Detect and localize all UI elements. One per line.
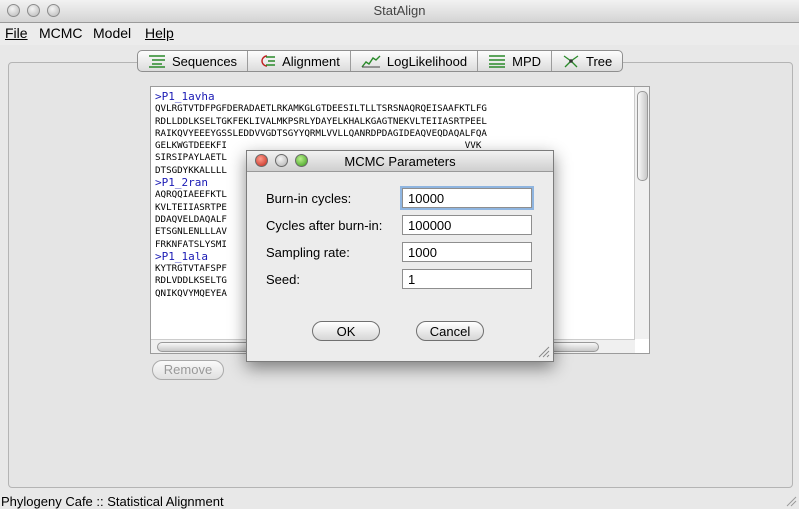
sequences-icon [149, 55, 165, 68]
alignment-icon [261, 55, 276, 67]
sampling-rate-input[interactable]: 1000 [402, 242, 532, 262]
tab-tree[interactable]: Tree [552, 51, 622, 71]
window-titlebar: StatAlign [0, 0, 799, 23]
remove-button[interactable]: Remove [152, 360, 224, 380]
menu-model[interactable]: Model [93, 25, 131, 41]
vertical-scrollbar[interactable] [634, 87, 649, 339]
loglikelihood-chart-icon [361, 55, 381, 68]
tab-tree-label: Tree [586, 53, 613, 69]
tab-alignment-label: Alignment [282, 53, 340, 69]
status-bar-text: Phylogeny Cafe :: Statistical Alignment [1, 494, 224, 509]
menu-bar: File MCMC Model Help [0, 23, 799, 45]
window-title: StatAlign [373, 3, 426, 18]
cancel-button[interactable]: Cancel [416, 321, 484, 341]
tab-loglikelihood[interactable]: LogLikelihood [351, 51, 479, 71]
sequence-line: QVLRGTVTDFPGFDERADAETLRKAMKGLGTDEESILTLL… [155, 103, 487, 115]
menu-file[interactable]: File [5, 25, 28, 41]
dialog-title: MCMC Parameters [344, 154, 456, 169]
mcmc-parameters-dialog: MCMC Parameters Burn-in cycles: 10000 Cy… [246, 150, 554, 362]
tab-mpd-label: MPD [512, 53, 541, 69]
view-tab-bar: Sequences Alignment LogLikelihood MPD Tr… [137, 50, 624, 72]
sequence-name: >P1_1avha [155, 91, 215, 103]
menu-mcmc[interactable]: MCMC [39, 25, 83, 41]
tab-alignment[interactable]: Alignment [248, 51, 351, 71]
mpd-icon [489, 55, 506, 68]
resize-grip-icon[interactable] [785, 495, 797, 507]
tab-sequences-label: Sequences [172, 53, 238, 69]
cycles-after-burn-in-input[interactable]: 100000 [402, 215, 532, 235]
ok-button[interactable]: OK [312, 321, 380, 341]
tab-mpd[interactable]: MPD [478, 51, 552, 71]
seed-label: Seed: [266, 272, 300, 287]
tree-icon [563, 55, 579, 68]
burn-in-cycles-input[interactable]: 10000 [402, 188, 532, 208]
sampling-rate-label: Sampling rate: [266, 245, 350, 260]
tab-sequences[interactable]: Sequences [138, 51, 249, 71]
burn-in-cycles-label: Burn-in cycles: [266, 191, 352, 206]
dialog-resize-grip-icon[interactable] [538, 346, 550, 358]
dialog-titlebar: MCMC Parameters [247, 151, 553, 172]
seed-input[interactable]: 1 [402, 269, 532, 289]
cycles-after-burn-in-label: Cycles after burn-in: [266, 218, 383, 233]
vertical-scroll-thumb[interactable] [637, 91, 648, 181]
tab-loglikelihood-label: LogLikelihood [386, 53, 468, 69]
sequence-line: RDLLDDLKSELTGKFEKLIVALMKPSRLYDAYELKHALKG… [155, 115, 487, 127]
menu-help[interactable]: Help [145, 25, 174, 41]
sequence-line: RAIKQVYEEEYGSSLEDDVVGDTSGYYQRMLVVLLQANRD… [155, 127, 487, 139]
